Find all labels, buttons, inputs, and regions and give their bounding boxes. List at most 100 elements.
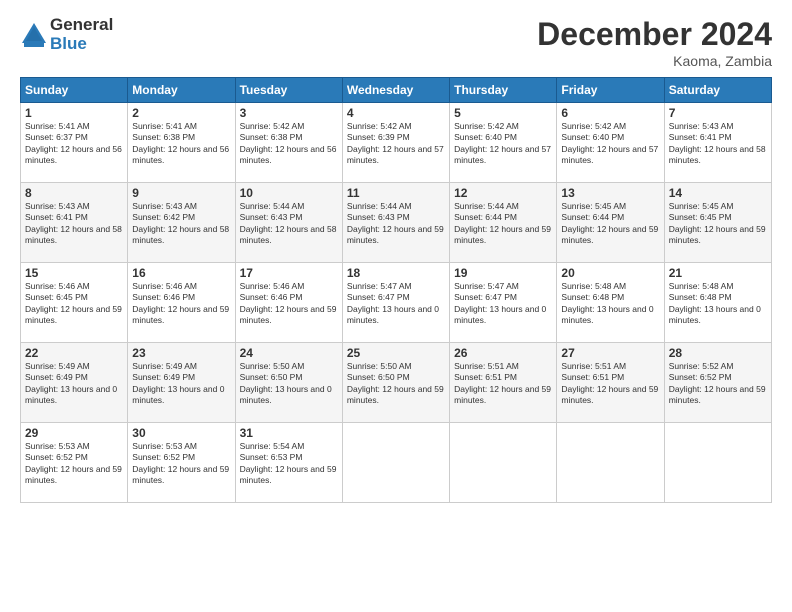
day-number: 15 [25,266,123,280]
day-number: 6 [561,106,659,120]
calendar-cell: 4 Sunrise: 5:42 AM Sunset: 6:39 PM Dayli… [342,103,449,183]
cell-content: Sunrise: 5:48 AM Sunset: 6:48 PM Dayligh… [669,281,767,327]
day-number: 11 [347,186,445,200]
day-number: 4 [347,106,445,120]
calendar-cell: 5 Sunrise: 5:42 AM Sunset: 6:40 PM Dayli… [450,103,557,183]
day-number: 24 [240,346,338,360]
day-number: 14 [669,186,767,200]
calendar-cell: 6 Sunrise: 5:42 AM Sunset: 6:40 PM Dayli… [557,103,664,183]
day-number: 22 [25,346,123,360]
calendar-cell: 3 Sunrise: 5:42 AM Sunset: 6:38 PM Dayli… [235,103,342,183]
cell-content: Sunrise: 5:43 AM Sunset: 6:41 PM Dayligh… [669,121,767,167]
cell-content: Sunrise: 5:47 AM Sunset: 6:47 PM Dayligh… [454,281,552,327]
cell-content: Sunrise: 5:44 AM Sunset: 6:43 PM Dayligh… [347,201,445,247]
day-number: 13 [561,186,659,200]
calendar-cell: 11 Sunrise: 5:44 AM Sunset: 6:43 PM Dayl… [342,183,449,263]
day-number: 12 [454,186,552,200]
logo-blue: Blue [50,35,113,54]
day-number: 3 [240,106,338,120]
cell-content: Sunrise: 5:49 AM Sunset: 6:49 PM Dayligh… [25,361,123,407]
cell-content: Sunrise: 5:48 AM Sunset: 6:48 PM Dayligh… [561,281,659,327]
logo-icon [20,21,48,49]
calendar-cell: 7 Sunrise: 5:43 AM Sunset: 6:41 PM Dayli… [664,103,771,183]
day-number: 29 [25,426,123,440]
calendar-cell: 28 Sunrise: 5:52 AM Sunset: 6:52 PM Dayl… [664,343,771,423]
calendar-cell: 18 Sunrise: 5:47 AM Sunset: 6:47 PM Dayl… [342,263,449,343]
cell-content: Sunrise: 5:53 AM Sunset: 6:52 PM Dayligh… [132,441,230,487]
calendar-cell: 27 Sunrise: 5:51 AM Sunset: 6:51 PM Dayl… [557,343,664,423]
calendar-cell: 21 Sunrise: 5:48 AM Sunset: 6:48 PM Dayl… [664,263,771,343]
calendar-subtitle: Kaoma, Zambia [537,53,772,69]
cell-content: Sunrise: 5:46 AM Sunset: 6:46 PM Dayligh… [132,281,230,327]
col-header-thursday: Thursday [450,78,557,103]
day-number: 23 [132,346,230,360]
calendar-cell: 12 Sunrise: 5:44 AM Sunset: 6:44 PM Dayl… [450,183,557,263]
cell-content: Sunrise: 5:47 AM Sunset: 6:47 PM Dayligh… [347,281,445,327]
calendar-cell: 16 Sunrise: 5:46 AM Sunset: 6:46 PM Dayl… [128,263,235,343]
day-number: 28 [669,346,767,360]
calendar-cell: 19 Sunrise: 5:47 AM Sunset: 6:47 PM Dayl… [450,263,557,343]
calendar-cell: 1 Sunrise: 5:41 AM Sunset: 6:37 PM Dayli… [21,103,128,183]
cell-content: Sunrise: 5:54 AM Sunset: 6:53 PM Dayligh… [240,441,338,487]
cell-content: Sunrise: 5:53 AM Sunset: 6:52 PM Dayligh… [25,441,123,487]
calendar-body: 1 Sunrise: 5:41 AM Sunset: 6:37 PM Dayli… [21,103,772,503]
calendar-title: December 2024 [537,16,772,53]
cell-content: Sunrise: 5:42 AM Sunset: 6:40 PM Dayligh… [454,121,552,167]
day-number: 10 [240,186,338,200]
logo-text: General Blue [50,16,113,53]
page-header: General Blue December 2024 Kaoma, Zambia [20,16,772,69]
col-header-tuesday: Tuesday [235,78,342,103]
cell-content: Sunrise: 5:51 AM Sunset: 6:51 PM Dayligh… [454,361,552,407]
day-number: 16 [132,266,230,280]
cell-content: Sunrise: 5:46 AM Sunset: 6:46 PM Dayligh… [240,281,338,327]
calendar-cell: 17 Sunrise: 5:46 AM Sunset: 6:46 PM Dayl… [235,263,342,343]
col-header-wednesday: Wednesday [342,78,449,103]
calendar-cell: 14 Sunrise: 5:45 AM Sunset: 6:45 PM Dayl… [664,183,771,263]
cell-content: Sunrise: 5:49 AM Sunset: 6:49 PM Dayligh… [132,361,230,407]
calendar-cell [342,423,449,503]
calendar-table: SundayMondayTuesdayWednesdayThursdayFrid… [20,77,772,503]
day-number: 30 [132,426,230,440]
calendar-week-row: 15 Sunrise: 5:46 AM Sunset: 6:45 PM Dayl… [21,263,772,343]
cell-content: Sunrise: 5:41 AM Sunset: 6:37 PM Dayligh… [25,121,123,167]
calendar-cell: 31 Sunrise: 5:54 AM Sunset: 6:53 PM Dayl… [235,423,342,503]
day-number: 5 [454,106,552,120]
day-number: 8 [25,186,123,200]
cell-content: Sunrise: 5:52 AM Sunset: 6:52 PM Dayligh… [669,361,767,407]
cell-content: Sunrise: 5:43 AM Sunset: 6:42 PM Dayligh… [132,201,230,247]
cell-content: Sunrise: 5:43 AM Sunset: 6:41 PM Dayligh… [25,201,123,247]
calendar-cell: 9 Sunrise: 5:43 AM Sunset: 6:42 PM Dayli… [128,183,235,263]
col-header-friday: Friday [557,78,664,103]
cell-content: Sunrise: 5:46 AM Sunset: 6:45 PM Dayligh… [25,281,123,327]
calendar-cell [557,423,664,503]
cell-content: Sunrise: 5:50 AM Sunset: 6:50 PM Dayligh… [347,361,445,407]
col-header-sunday: Sunday [21,78,128,103]
cell-content: Sunrise: 5:51 AM Sunset: 6:51 PM Dayligh… [561,361,659,407]
calendar-cell: 20 Sunrise: 5:48 AM Sunset: 6:48 PM Dayl… [557,263,664,343]
day-number: 21 [669,266,767,280]
day-number: 9 [132,186,230,200]
col-header-saturday: Saturday [664,78,771,103]
cell-content: Sunrise: 5:41 AM Sunset: 6:38 PM Dayligh… [132,121,230,167]
calendar-week-row: 8 Sunrise: 5:43 AM Sunset: 6:41 PM Dayli… [21,183,772,263]
calendar-cell: 2 Sunrise: 5:41 AM Sunset: 6:38 PM Dayli… [128,103,235,183]
calendar-cell: 26 Sunrise: 5:51 AM Sunset: 6:51 PM Dayl… [450,343,557,423]
calendar-cell: 30 Sunrise: 5:53 AM Sunset: 6:52 PM Dayl… [128,423,235,503]
cell-content: Sunrise: 5:45 AM Sunset: 6:45 PM Dayligh… [669,201,767,247]
day-number: 20 [561,266,659,280]
day-number: 31 [240,426,338,440]
calendar-page: General Blue December 2024 Kaoma, Zambia… [0,0,792,612]
calendar-cell: 24 Sunrise: 5:50 AM Sunset: 6:50 PM Dayl… [235,343,342,423]
day-number: 25 [347,346,445,360]
cell-content: Sunrise: 5:44 AM Sunset: 6:44 PM Dayligh… [454,201,552,247]
day-number: 1 [25,106,123,120]
title-block: December 2024 Kaoma, Zambia [537,16,772,69]
calendar-cell: 8 Sunrise: 5:43 AM Sunset: 6:41 PM Dayli… [21,183,128,263]
calendar-cell: 25 Sunrise: 5:50 AM Sunset: 6:50 PM Dayl… [342,343,449,423]
day-number: 7 [669,106,767,120]
calendar-cell: 23 Sunrise: 5:49 AM Sunset: 6:49 PM Dayl… [128,343,235,423]
calendar-cell: 10 Sunrise: 5:44 AM Sunset: 6:43 PM Dayl… [235,183,342,263]
cell-content: Sunrise: 5:42 AM Sunset: 6:38 PM Dayligh… [240,121,338,167]
calendar-week-row: 1 Sunrise: 5:41 AM Sunset: 6:37 PM Dayli… [21,103,772,183]
day-number: 27 [561,346,659,360]
